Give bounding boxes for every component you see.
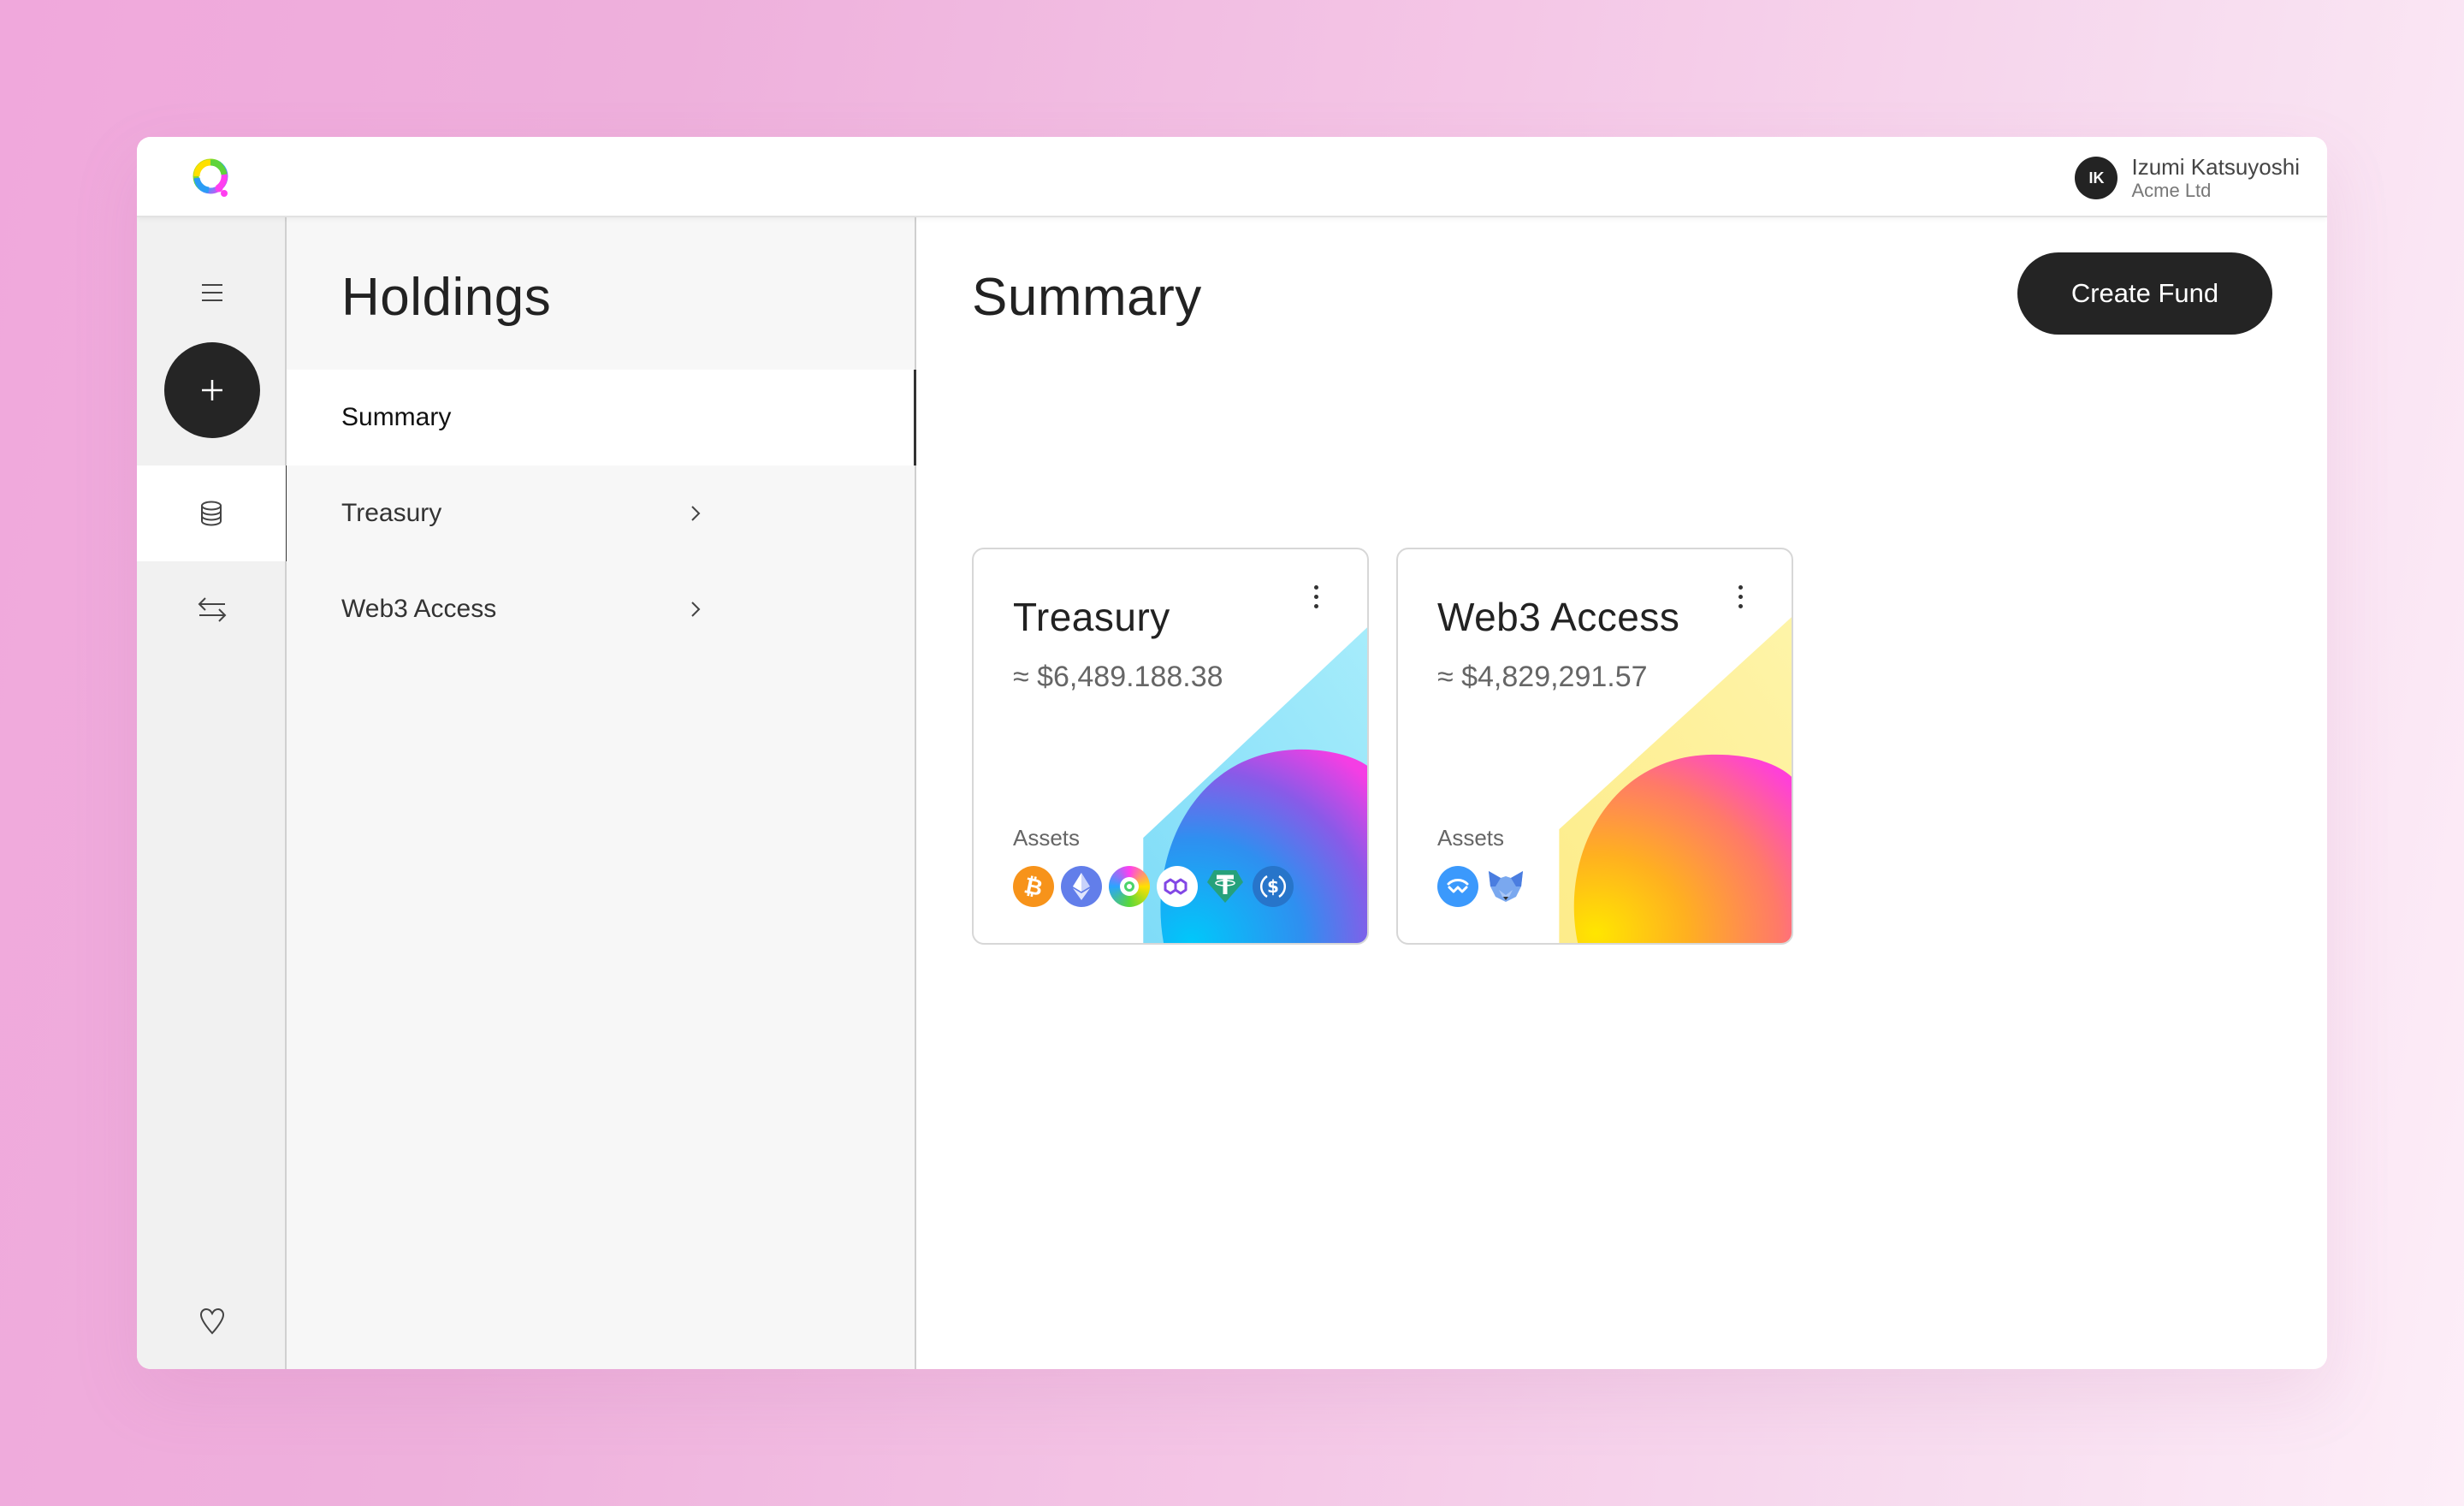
top-header: IK Izumi Katsuyoshi Acme Ltd <box>137 137 2327 217</box>
card-menu-button[interactable] <box>1732 584 1749 618</box>
rail-item-transfers[interactable] <box>137 561 287 657</box>
chevron-right-icon <box>691 506 701 521</box>
nav-item-treasury[interactable]: Treasury <box>287 465 915 561</box>
assets-label: Assets <box>1437 825 1505 851</box>
walletconnect-icon <box>1437 866 1478 907</box>
more-vertical-icon <box>1738 585 1743 590</box>
add-button[interactable] <box>164 342 260 438</box>
rail-item-holdings[interactable] <box>137 465 288 561</box>
user-organization: Acme Ltd <box>2131 180 2212 201</box>
nav-item-label: Summary <box>341 403 452 431</box>
tether-icon <box>1205 866 1246 907</box>
rail-item-favorites[interactable] <box>137 1296 287 1347</box>
create-fund-button[interactable]: Create Fund <box>2017 252 2272 335</box>
app-window: IK Izumi Katsuyoshi Acme Ltd Holdings Su… <box>137 137 2327 1369</box>
plus-icon <box>202 380 222 400</box>
more-vertical-icon <box>1313 585 1318 590</box>
svg-text:$: $ <box>1267 876 1279 897</box>
menu-button[interactable] <box>137 252 287 334</box>
fund-card-treasury[interactable]: Treasury ≈ $6,489.188.38 Assets ₿ $ <box>972 548 1369 945</box>
qredo-icon <box>1109 866 1150 907</box>
transfer-arrows-icon <box>198 597 226 622</box>
nav-item-summary[interactable]: Summary <box>287 370 916 465</box>
usd-coin-icon: $ <box>1253 866 1294 907</box>
bitcoin-icon: ₿ <box>1013 866 1054 907</box>
chevron-right-icon <box>691 602 701 617</box>
user-name: Izumi Katsuyoshi <box>2131 154 2300 180</box>
page-title: Summary <box>972 268 1202 327</box>
card-value: ≈ $6,489.188.38 <box>1013 661 1223 693</box>
main-content: Summary Create Fund Treasury ≈ $6,489.18… <box>916 217 2327 1369</box>
card-title: Treasury <box>1013 595 1170 639</box>
nav-item-label: Web3 Access <box>341 595 497 623</box>
asset-list <box>1437 866 1526 907</box>
icon-rail <box>137 217 288 1369</box>
asset-list: ₿ $ <box>1013 866 1294 907</box>
nav-item-label: Treasury <box>341 499 442 527</box>
heart-icon <box>199 1307 224 1335</box>
nav-title: Holdings <box>341 268 552 327</box>
database-icon <box>201 501 222 526</box>
metamask-icon <box>1485 866 1526 907</box>
ethereum-icon <box>1061 866 1102 907</box>
card-menu-button[interactable] <box>1307 584 1324 618</box>
menu-icon <box>201 284 222 301</box>
card-title: Web3 Access <box>1437 595 1680 639</box>
q-logo-icon[interactable] <box>190 156 234 200</box>
holdings-nav: Holdings Summary Treasury Web3 Access <box>287 217 916 1369</box>
card-value: ≈ $4,829,291.57 <box>1437 661 1648 693</box>
assets-label: Assets <box>1013 825 1081 851</box>
polygon-icon <box>1157 866 1198 907</box>
user-profile[interactable]: IK Izumi Katsuyoshi Acme Ltd <box>2075 154 2300 202</box>
avatar[interactable]: IK <box>2075 157 2118 199</box>
nav-item-web3-access[interactable]: Web3 Access <box>287 561 915 657</box>
svg-text:₿: ₿ <box>1022 874 1045 899</box>
fund-card-web3-access[interactable]: Web3 Access ≈ $4,829,291.57 Assets <box>1396 548 1793 945</box>
